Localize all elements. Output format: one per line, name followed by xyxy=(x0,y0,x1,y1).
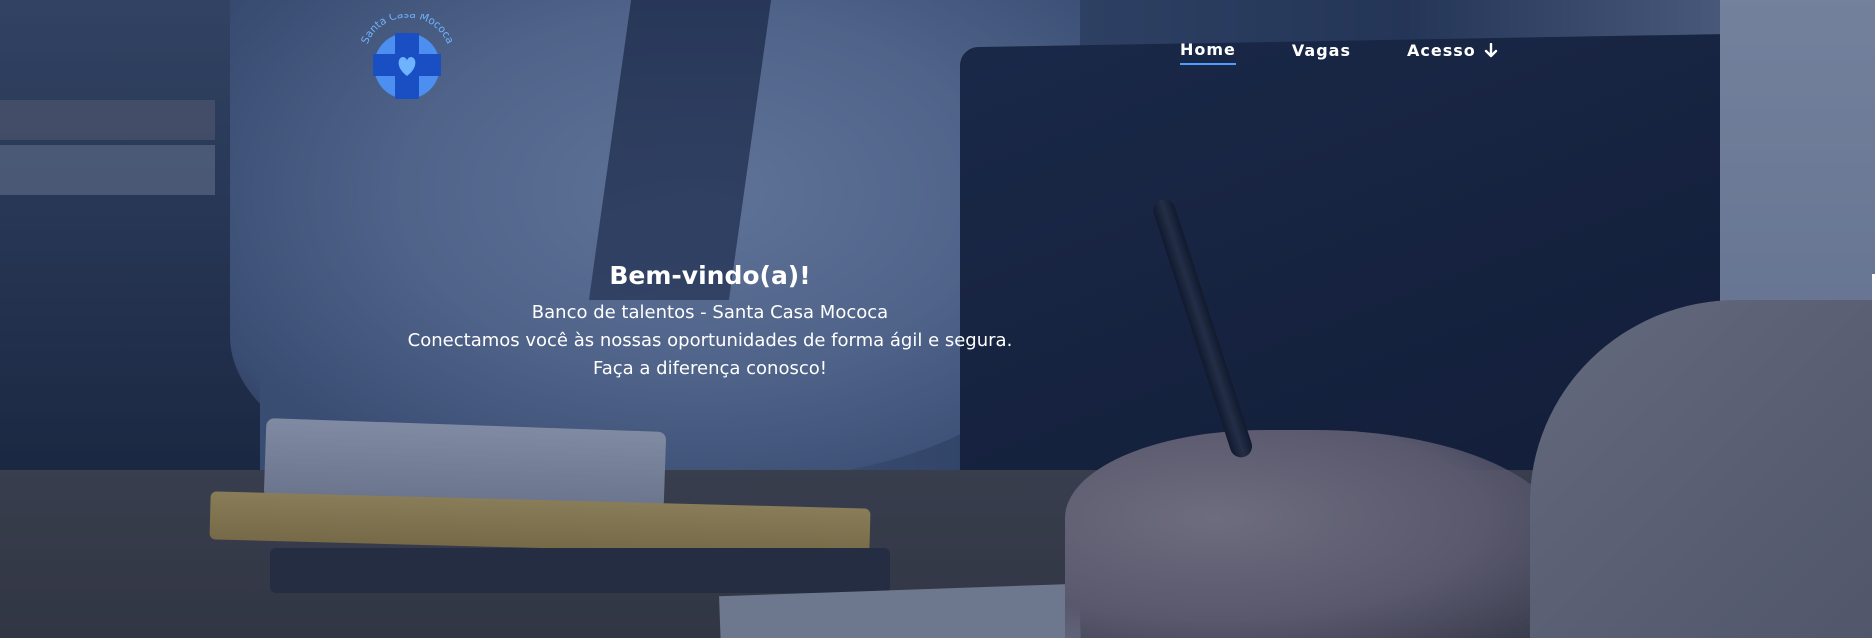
nav-item-acesso[interactable]: Acesso xyxy=(1407,41,1498,64)
nav-item-label: Vagas xyxy=(1291,41,1351,60)
hero-subtitle: Banco de talentos - Santa Casa Mococa xyxy=(531,302,889,323)
nav-item-home[interactable]: Home xyxy=(1180,40,1236,65)
cross-heart-icon: Santa Casa Mococa xyxy=(359,14,456,99)
arrow-down-icon xyxy=(1484,42,1498,59)
hero-description: Conectamos você às nossas oportunidades … xyxy=(407,330,1013,351)
site-logo[interactable]: Santa Casa Mococa xyxy=(355,14,460,100)
nav-item-label: Home xyxy=(1180,40,1236,59)
hero-section: Santa Casa Mococa Home Vagas Acesso Bem-… xyxy=(0,0,1875,638)
hero-text-block: Bem-vindo(a)! Banco de talentos - Santa … xyxy=(380,259,1040,383)
nav-item-label: Acesso xyxy=(1406,41,1476,60)
hero-tagline: Faça a diferença conosco! xyxy=(593,358,827,379)
nav-item-vagas[interactable]: Vagas xyxy=(1292,41,1351,64)
hero-title: Bem-vindo(a)! xyxy=(609,261,811,290)
main-nav: Home Vagas Acesso xyxy=(1180,40,1498,65)
